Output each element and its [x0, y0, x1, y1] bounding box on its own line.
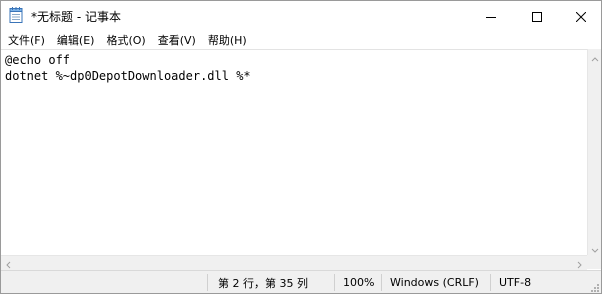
minimize-button[interactable] [469, 1, 513, 31]
editor-content[interactable]: @echo off dotnet %~dp0DepotDownloader.dll… [1, 50, 587, 86]
status-divider [334, 274, 335, 291]
close-button[interactable] [559, 1, 601, 31]
cursor-position: 第 2 行，第 35 列 [218, 276, 308, 290]
maximize-button[interactable] [515, 1, 559, 31]
encoding: UTF-8 [499, 276, 532, 289]
scroll-up-button[interactable] [588, 47, 601, 66]
scroll-left-button[interactable] [1, 256, 15, 270]
menu-edit[interactable]: 编辑(E) [51, 32, 101, 48]
status-divider [381, 274, 382, 291]
scroll-down-button[interactable] [588, 241, 601, 255]
editor-line: @echo off [5, 53, 71, 67]
text-editor[interactable]: @echo off dotnet %~dp0DepotDownloader.dll… [1, 49, 587, 256]
scrollbar-corner [587, 255, 601, 269]
minimize-icon [486, 7, 496, 26]
editor-line: dotnet %~dp0DepotDownloader.dll %* [5, 69, 251, 83]
status-divider [207, 274, 208, 291]
notepad-icon [9, 7, 23, 23]
menu-help[interactable]: 帮助(H) [202, 32, 253, 48]
maximize-icon [532, 7, 542, 26]
status-divider [490, 274, 491, 291]
vertical-scrollbar[interactable] [587, 47, 601, 255]
chevron-up-icon [591, 47, 599, 66]
menu-file[interactable]: 文件(F) [1, 32, 51, 48]
horizontal-scrollbar[interactable] [1, 255, 587, 270]
zoom-level: 100% [343, 276, 375, 289]
title-bar[interactable]: *无标题 - 记事本 [1, 1, 601, 31]
window-title: *无标题 - 记事本 [31, 10, 121, 24]
menu-format[interactable]: 格式(O) [100, 32, 151, 48]
line-ending: Windows (CRLF) [390, 276, 479, 289]
menu-view[interactable]: 查看(V) [152, 32, 202, 48]
resize-grip-icon[interactable] [589, 282, 599, 292]
scroll-right-button[interactable] [573, 256, 587, 270]
notepad-window: *无标题 - 记事本 文件(F) 编辑(E) 格式(O) 查看(V) 帮助(H)… [0, 0, 602, 294]
close-icon [575, 7, 587, 26]
status-bar: 第 2 行，第 35 列 100% Windows (CRLF) UTF-8 [1, 270, 601, 293]
menu-bar: 文件(F) 编辑(E) 格式(O) 查看(V) 帮助(H) [1, 30, 601, 49]
